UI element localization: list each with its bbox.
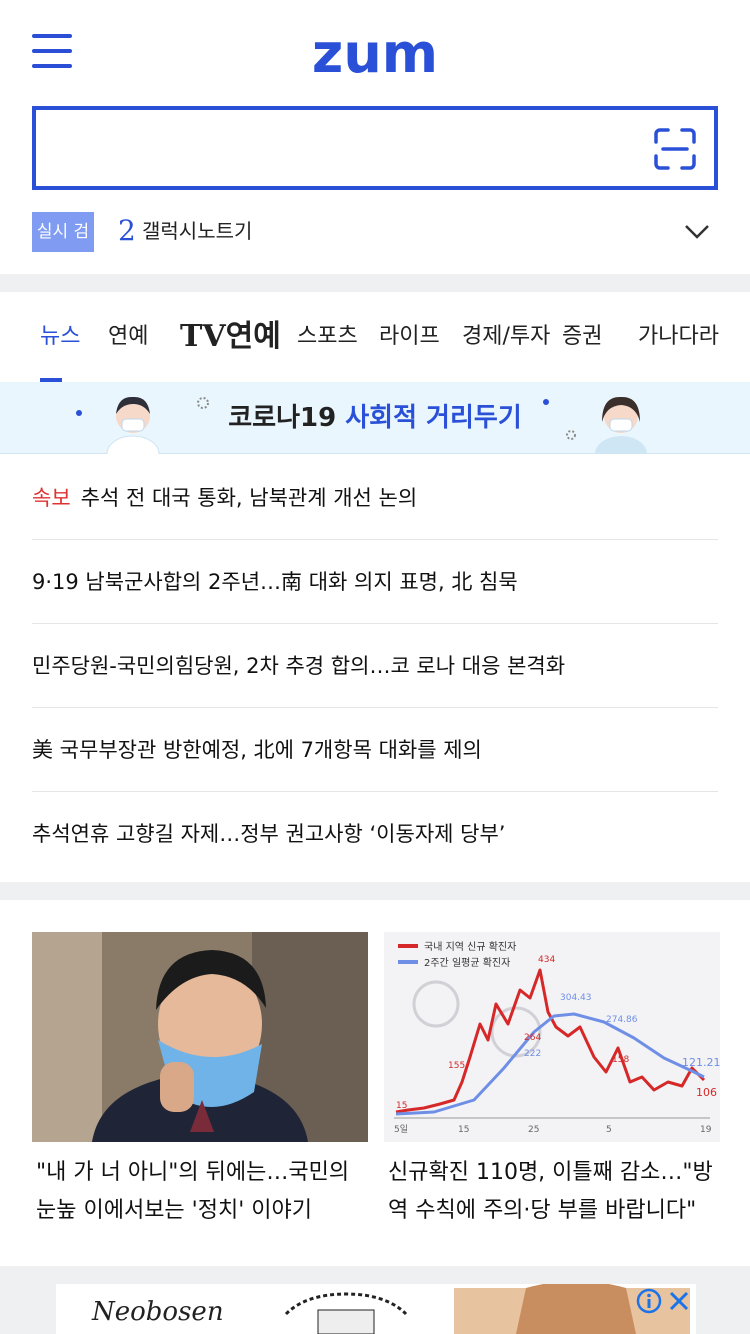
data-label: 15 — [396, 1101, 407, 1111]
ad-creative: Neobosen — [56, 1284, 696, 1334]
data-label: 155 — [448, 1061, 465, 1071]
tab-more[interactable]: 가나다라 — [638, 292, 719, 382]
tab-entertainment[interactable]: 연예 — [108, 292, 148, 382]
data-label: 106 — [696, 1086, 717, 1099]
category-tabs: 뉴스 연예 TV연예 스포츠 라이프 경제/투자 증권 가나다라 — [0, 292, 750, 382]
hamburger-icon[interactable] — [32, 34, 72, 68]
chevron-down-icon[interactable] — [684, 220, 710, 242]
news-card[interactable]: 국내 지역 신규 확진자 2주간 일평균 확진자 15 155 264 222 … — [384, 932, 720, 1234]
data-label: 222 — [524, 1049, 541, 1059]
breaking-tag: 속보 — [32, 486, 71, 510]
data-label: 158 — [612, 1055, 629, 1065]
news-chart-image: 국내 지역 신규 확진자 2주간 일평균 확진자 15 155 264 222 … — [384, 932, 720, 1142]
x-tick: 5 — [606, 1125, 612, 1135]
trending-rank: 2 — [118, 214, 136, 247]
data-label: 274.86 — [606, 1015, 638, 1025]
data-label: 121.21 — [682, 1056, 720, 1069]
list-item[interactable]: 美 국무부장관 방한예정, 北에 7개항목 대화를 제의 — [32, 708, 718, 792]
trending-bar[interactable]: 실시 검색어 2 갤럭시노트기 — [32, 210, 718, 282]
headline-text: 민주당원-국민의힘당원, 2차 추경 합의…코 로나 대응 본격화 — [32, 654, 566, 678]
x-tick: 5일 — [394, 1124, 408, 1135]
headline-list: 속보 추석 전 대국 통화, 남북관계 개선 논의 9·19 남북군사합의 2주년… — [32, 456, 718, 876]
tab-stocks[interactable]: 증권 — [562, 292, 602, 382]
trending-badge: 실시 검색어 — [32, 212, 94, 282]
search-box[interactable] — [32, 106, 718, 190]
photo-news-cards: "내 가 너 아니"의 뒤에는…국민의 눈높 이에서보는 '정치' 이야기 국내… — [32, 932, 720, 1234]
zum-logo[interactable]: zum — [306, 26, 444, 78]
banner-text-part1: 코로나19 — [228, 403, 337, 433]
headline-text: 美 국무부장관 방한예정, 北에 7개항목 대화를 제의 — [32, 738, 482, 762]
section-divider — [0, 882, 750, 900]
legend-daily: 국내 지역 신규 확진자 — [424, 941, 516, 953]
tab-more-label: 가나다라 — [638, 324, 719, 349]
advertisement-banner[interactable]: Neobosen — [56, 1284, 696, 1334]
card-title: "내 가 너 아니"의 뒤에는…국민의 눈높 이에서보는 '정치' 이야기 — [36, 1160, 350, 1223]
ad-brand-text: Neobosen — [91, 1297, 224, 1327]
close-icon[interactable] — [666, 1288, 692, 1314]
list-item[interactable]: 9·19 남북군사합의 2주년…南 대화 의지 표명, 北 침묵 — [32, 540, 718, 624]
news-photo — [32, 932, 368, 1142]
headline-text: 9·19 남북군사합의 2주년…南 대화 의지 표명, 北 침묵 — [32, 570, 518, 594]
covid-chart-graphic: 국내 지역 신규 확진자 2주간 일평균 확진자 15 155 264 222 … — [384, 932, 720, 1142]
data-label: 264 — [524, 1033, 541, 1043]
x-tick: 19 — [700, 1125, 712, 1135]
card-title: 신규확진 110명, 이틀째 감소…"방역 수칙에 주의·당 부를 바랍니다" — [388, 1160, 713, 1223]
legend-average: 2주간 일평균 확진자 — [424, 957, 510, 969]
tab-news[interactable]: 뉴스 — [40, 292, 80, 382]
top-header: zum — [0, 0, 750, 106]
x-tick: 25 — [528, 1125, 539, 1135]
scan-icon[interactable] — [654, 128, 696, 170]
trending-keyword[interactable]: 갤럭시노트기 — [142, 210, 252, 252]
news-card[interactable]: "내 가 너 아니"의 뒤에는…국민의 눈높 이에서보는 '정치' 이야기 — [32, 932, 368, 1234]
tab-life[interactable]: 라이프 — [379, 292, 440, 382]
covid-distancing-banner[interactable]: 코로나19 사회적 거리두기 — [0, 382, 750, 454]
info-icon[interactable] — [636, 1288, 662, 1314]
list-item[interactable]: 추석연휴 고향길 자제…정부 권고사항 ‘이동자제 당부’ — [32, 792, 718, 876]
banner-text: 코로나19 사회적 거리두기 — [0, 382, 750, 454]
logo-text: zum — [312, 26, 438, 78]
headline-text: 추석연휴 고향길 자제…정부 권고사항 ‘이동자제 당부’ — [32, 822, 506, 846]
data-label: 304.43 — [560, 993, 592, 1003]
banner-text-part2: 사회적 거리두기 — [345, 403, 522, 433]
tab-sports[interactable]: 스포츠 — [297, 292, 358, 382]
politician-photo — [32, 932, 368, 1142]
tab-economy[interactable]: 경제/투자 — [462, 292, 550, 382]
headline-text: 추석 전 대국 통화, 남북관계 개선 논의 — [80, 486, 418, 510]
data-label: 434 — [538, 955, 555, 965]
list-item[interactable]: 속보 추석 전 대국 통화, 남북관계 개선 논의 — [32, 456, 718, 540]
search-input[interactable] — [52, 124, 642, 172]
section-divider — [0, 274, 750, 292]
tab-tv-entertainment[interactable]: TV연예 — [180, 292, 281, 382]
list-item[interactable]: 민주당원-국민의힘당원, 2차 추경 합의…코 로나 대응 본격화 — [32, 624, 718, 708]
x-tick: 15 — [458, 1125, 469, 1135]
